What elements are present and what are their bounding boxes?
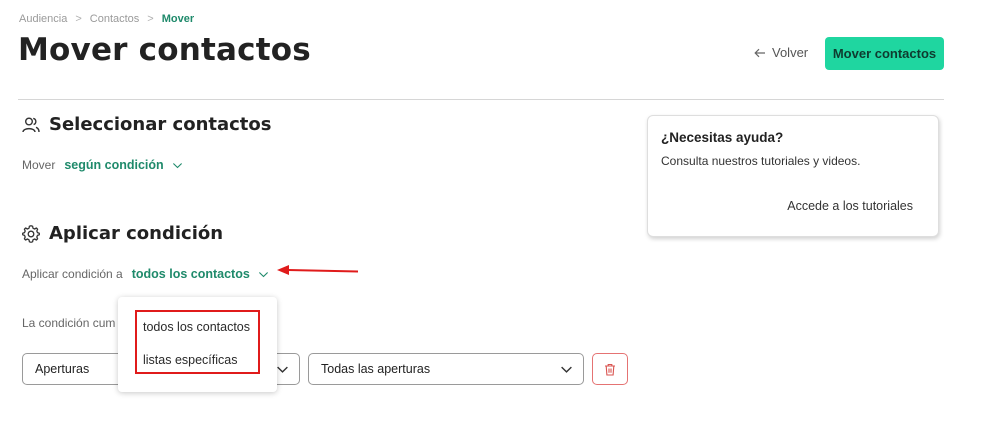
operator-select[interactable]: Todas las aperturas [308, 353, 584, 385]
page-title: Mover contactos [18, 32, 311, 68]
condition-row: La condición cum [22, 316, 115, 330]
move-label: Mover [22, 158, 56, 172]
chevron-down-icon [172, 162, 182, 168]
move-row: Mover según condición [22, 158, 183, 172]
select-contacts-heading: Seleccionar contactos [21, 114, 272, 135]
chevron-down-icon [561, 366, 572, 373]
trash-icon [605, 363, 615, 376]
back-link[interactable]: Volver [754, 45, 808, 60]
header-divider [18, 99, 944, 100]
breadcrumb-separator: > [75, 13, 82, 25]
operator-select-value: Todas las aperturas [321, 362, 431, 376]
apply-target-dropdown[interactable]: todos los contactos [132, 267, 269, 281]
apply-row: Aplicar condición a todos los contactos [22, 267, 269, 281]
apply-condition-title: Aplicar condición [49, 223, 224, 244]
gear-icon [22, 224, 40, 243]
breadcrumb: Audiencia > Contactos > Mover [19, 13, 194, 25]
help-card: ¿Necesitas ayuda? Consulta nuestros tuto… [647, 115, 939, 237]
tutorials-link[interactable]: Accede a los tutoriales [787, 199, 913, 213]
apply-condition-heading: Aplicar condición [21, 223, 223, 244]
move-contacts-button[interactable]: Mover contactos [825, 37, 944, 70]
apply-target-value: todos los contactos [131, 267, 250, 281]
help-text: Consulta nuestros tutoriales y videos. [661, 154, 861, 168]
chevron-down-icon [277, 366, 288, 373]
move-mode-value: según condición [64, 158, 164, 172]
breadcrumb-audiencia[interactable]: Audiencia [19, 13, 67, 25]
breadcrumb-contactos[interactable]: Contactos [90, 13, 140, 25]
apply-label: Aplicar condición a [22, 267, 123, 281]
select-contacts-title: Seleccionar contactos [49, 114, 272, 135]
arrow-left-icon [754, 48, 765, 57]
chevron-down-icon [258, 271, 268, 277]
condition-label: La condición cum [22, 316, 116, 330]
annotation-highlight-box [135, 310, 260, 374]
help-title: ¿Necesitas ayuda? [661, 130, 784, 145]
delete-condition-button[interactable] [592, 353, 628, 385]
page: Audiencia > Contactos > Mover Mover cont… [0, 0, 984, 421]
users-icon [22, 117, 40, 132]
move-mode-dropdown[interactable]: según condición [64, 158, 182, 172]
annotation-arrow [277, 265, 359, 275]
breadcrumb-separator: > [147, 13, 154, 25]
breadcrumb-current: Mover [161, 13, 195, 25]
back-label: Volver [772, 45, 809, 60]
field-select-value: Aperturas [35, 362, 90, 376]
